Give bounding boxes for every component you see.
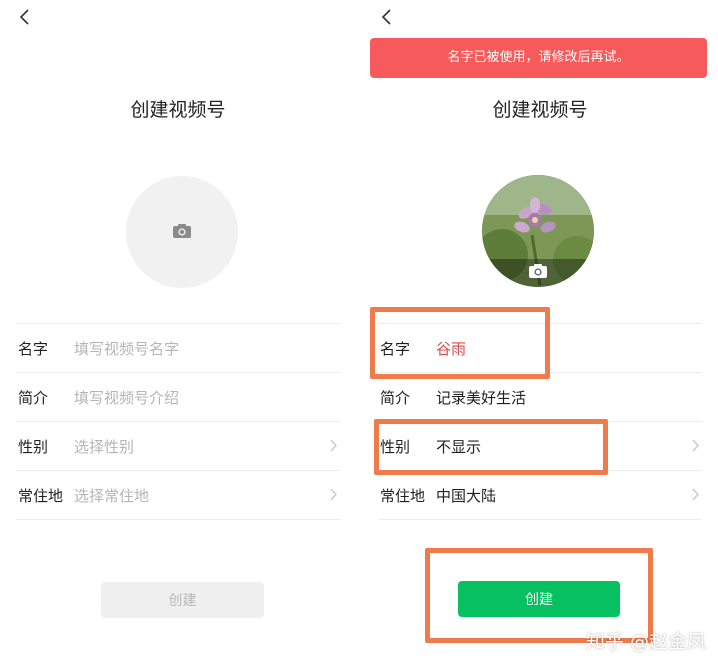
field-label: 常住地	[380, 486, 426, 505]
name-field[interactable]: 名字 填写视频号名字	[16, 324, 340, 373]
watermark: 知乎 @赵金凤	[585, 631, 706, 653]
camera-icon	[529, 264, 547, 278]
profile-form: 名字 填写视频号名字 简介 填写视频号介绍 性别 选择性别 常住地 选择常住地	[16, 323, 340, 520]
chevron-left-icon	[381, 9, 391, 25]
field-label: 简介	[18, 388, 49, 407]
camera-icon	[173, 224, 191, 238]
create-channel-empty: 创建视频号 名字 填写视频号名字 简介 填写视频号介绍 性别 选择性别 常住地 …	[0, 0, 356, 670]
avatar-upload[interactable]	[482, 175, 594, 287]
error-toast: 名字已被使用，请修改后再试。	[370, 38, 707, 78]
field-label: 名字	[18, 339, 49, 358]
chevron-right-icon	[330, 439, 337, 452]
page-title: 创建视频号	[492, 99, 588, 121]
location-field[interactable]: 常住地 选择常住地	[16, 471, 340, 520]
page-title: 创建视频号	[130, 99, 226, 121]
highlight-box-gender	[374, 419, 608, 475]
intro-field[interactable]: 简介 填写视频号介绍	[16, 373, 340, 422]
field-label: 简介	[380, 388, 411, 407]
field-label: 性别	[18, 437, 49, 456]
intro-field[interactable]: 简介 记录美好生活	[378, 373, 702, 422]
back-button[interactable]	[16, 6, 34, 28]
create-button-disabled[interactable]: 创建	[101, 582, 264, 618]
location-select[interactable]: 中国大陆	[436, 485, 496, 506]
location-select[interactable]: 选择常住地	[74, 485, 149, 506]
gender-field[interactable]: 性别 选择性别	[16, 422, 340, 471]
location-field[interactable]: 常住地 中国大陆	[378, 471, 702, 520]
chevron-right-icon	[692, 439, 699, 452]
chevron-right-icon	[692, 488, 699, 501]
intro-input[interactable]: 记录美好生活	[436, 387, 526, 408]
back-button[interactable]	[378, 6, 396, 28]
chevron-left-icon	[19, 9, 29, 25]
highlight-box-name	[370, 307, 550, 379]
field-label: 常住地	[18, 486, 64, 505]
gender-select[interactable]: 选择性别	[74, 436, 134, 457]
intro-input[interactable]: 填写视频号介绍	[74, 387, 179, 408]
chevron-right-icon	[330, 488, 337, 501]
avatar-upload[interactable]	[126, 176, 238, 288]
name-input[interactable]: 填写视频号名字	[74, 338, 179, 359]
